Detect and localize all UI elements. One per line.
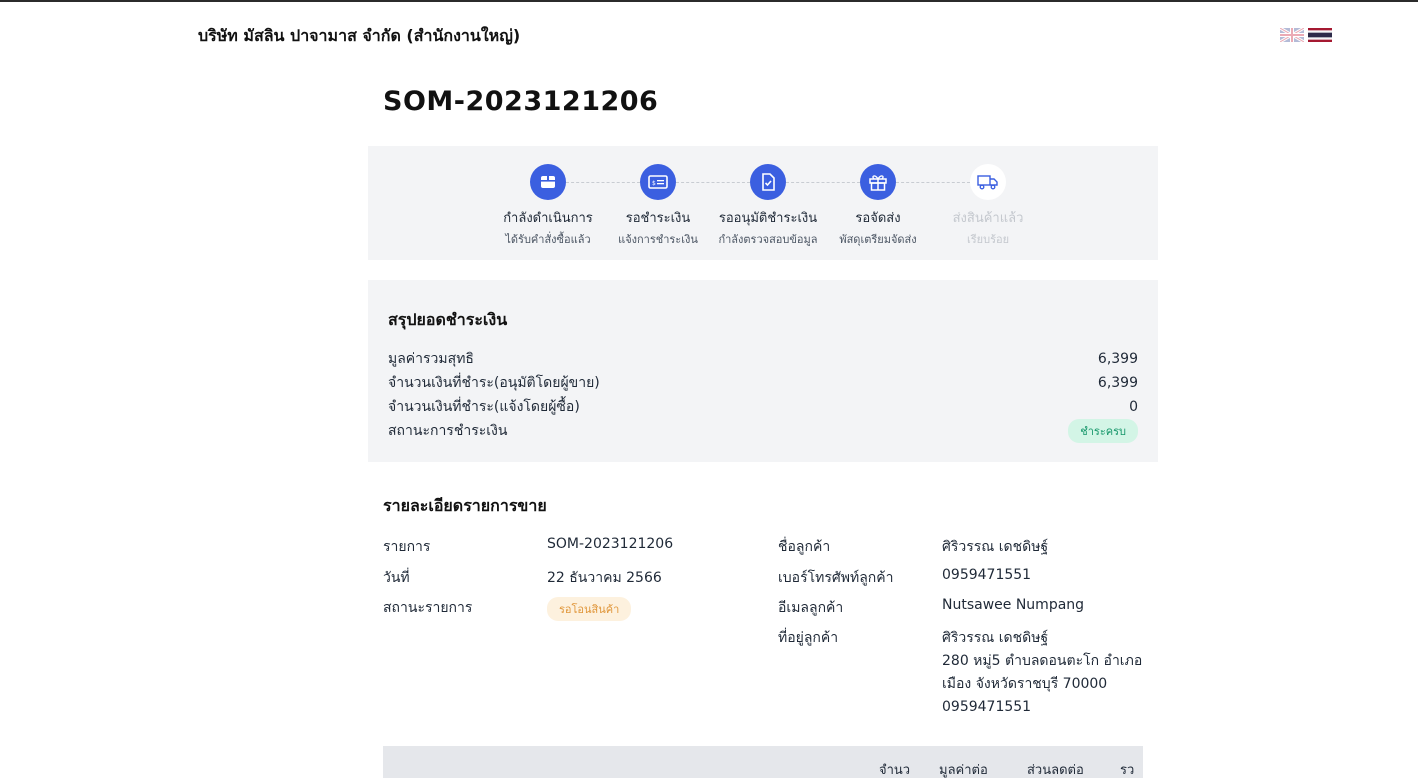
thai-flag-icon[interactable] xyxy=(1308,28,1332,42)
order-label: รายการ xyxy=(383,539,431,555)
address-line: 0959471551 xyxy=(942,699,1032,715)
order-value: SOM-2023121206 xyxy=(547,536,674,552)
summary-row-payment-status: สถานะการชำระเงิน ชำระครบ xyxy=(388,419,1138,443)
date-label: วันที่ xyxy=(383,570,410,586)
column-header-unit-price: มูลค่าต่อ xyxy=(939,763,988,778)
box-icon xyxy=(530,164,566,200)
step-title: ส่งสินค้าแล้ว xyxy=(952,211,1024,226)
customer-phone-label: เบอร์โทรศัพท์ลูกค้า xyxy=(778,570,894,586)
customer-email: Nutsawee Numpang xyxy=(942,597,1085,613)
payment-card-icon: $ xyxy=(640,164,676,200)
summary-label: จำนวนเงินที่ชำระ(อนุมัติโดยผู้ขาย) xyxy=(388,375,600,391)
summary-value: 6,399 xyxy=(1097,351,1138,367)
date-value: 22 ธันวาคม 2566 xyxy=(547,570,662,586)
customer-address-label: ที่อยู่ลูกค้า xyxy=(778,630,839,646)
column-header-total: รว xyxy=(1120,763,1135,778)
address-line: เมือง จังหวัดราชบุรี 70000 xyxy=(942,676,1108,692)
top-border xyxy=(0,0,1418,2)
summary-label: จำนวนเงินที่ชำระ(แจ้งโดยผู้ซื้อ) xyxy=(388,399,580,415)
step-subtitle: เรียบร้อย xyxy=(966,233,1010,246)
payment-status-badge: ชำระครบ xyxy=(1068,419,1138,443)
customer-name: ศิริวรรณ เดชดิษฐ์ xyxy=(942,539,1049,555)
summary-row-paid-approved: จำนวนเงินที่ชำระ(อนุมัติโดยผู้ขาย) 6,399 xyxy=(388,372,1138,394)
gift-box-icon xyxy=(860,164,896,200)
document-check-icon xyxy=(750,164,786,200)
customer-address: ศิริวรรณ เดชดิษฐ์ 280 หมู่5 ตำบลดอนตะโก … xyxy=(942,627,1152,719)
summary-label: สถานะการชำระเงิน xyxy=(388,423,508,439)
sale-details-title: รายละเอียดรายการขาย xyxy=(383,496,547,515)
uk-flag-icon[interactable] xyxy=(1280,28,1304,42)
summary-row-paid-reported: จำนวนเงินที่ชำระ(แจ้งโดยผู้ซื้อ) 0 xyxy=(388,396,1138,418)
truck-icon xyxy=(970,164,1006,200)
order-number-title: SOM-2023121206 xyxy=(383,86,659,117)
payment-summary-panel: สรุปยอดชำระเงิน มูลค่ารวมสุทธิ 6,399 จำน… xyxy=(368,280,1158,462)
summary-label: มูลค่ารวมสุทธิ xyxy=(388,351,474,367)
svg-text:$: $ xyxy=(652,180,656,187)
summary-row-net-total: มูลค่ารวมสุทธิ 6,399 xyxy=(388,348,1138,370)
payment-summary-title: สรุปยอดชำระเงิน xyxy=(388,310,508,329)
language-switcher[interactable] xyxy=(1280,28,1332,42)
customer-email-label: อีเมลลูกค้า xyxy=(778,600,844,616)
summary-value: 6,399 xyxy=(1097,375,1138,391)
order-progress-tracker: กำลังดำเนินการ ได้รับคำสั่งซื้อแล้ว $ รอ… xyxy=(368,146,1158,260)
summary-value: 0 xyxy=(1129,399,1138,415)
items-table-header: จำนว มูลค่าต่อ ส่วนลดต่อ รว xyxy=(383,746,1143,778)
column-header-quantity: จำนว xyxy=(879,763,911,778)
customer-phone: 0959471551 xyxy=(942,567,1032,583)
order-status-badge: รอโอนสินค้า xyxy=(547,597,632,621)
customer-name-label: ชื่อลูกค้า xyxy=(778,539,831,555)
company-name: บริษัท มัสลิน ปาจามาส จำกัด (สำนักงานใหญ… xyxy=(198,26,521,45)
progress-step-shipped: ส่งสินค้าแล้ว เรียบร้อย xyxy=(923,164,1053,248)
address-line: 280 หมู่5 ตำบลดอนตะโก อำเภอ xyxy=(942,653,1143,669)
column-header-unit-discount: ส่วนลดต่อ xyxy=(1027,763,1084,778)
order-status-label: สถานะรายการ xyxy=(383,600,473,616)
address-line: ศิริวรรณ เดชดิษฐ์ xyxy=(942,630,1049,646)
